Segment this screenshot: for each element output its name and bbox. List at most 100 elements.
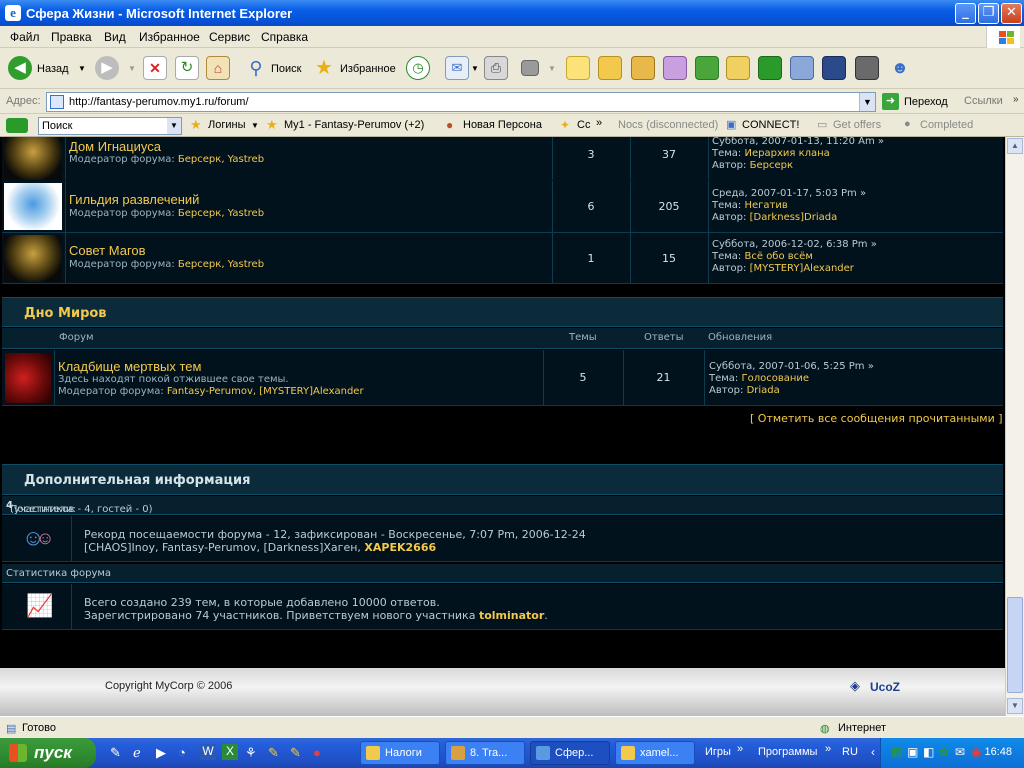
ucoz-link[interactable]: UcoZ — [870, 680, 900, 694]
scroll-up-icon[interactable]: ▲ — [1007, 138, 1023, 154]
forward-arrow-icon[interactable]: ▶ — [95, 56, 119, 80]
edit-page-icon[interactable] — [521, 60, 539, 76]
taskbar-toolbar-programs[interactable]: Программы — [758, 746, 817, 758]
quicklaunch-icon-6[interactable]: ● — [313, 745, 321, 760]
edit-dropdown-icon[interactable]: ▼ — [548, 64, 556, 73]
back-arrow-icon[interactable]: ◀ — [8, 56, 32, 80]
logins-button[interactable]: Логины — [208, 119, 245, 131]
tray-icon-5[interactable]: ✉ — [955, 745, 965, 759]
last-author[interactable]: Берсерк — [750, 160, 793, 171]
forum-title[interactable]: Совет Магов — [69, 243, 146, 258]
quicklaunch-icon-5[interactable]: ✎ — [290, 745, 301, 761]
moderator-names[interactable]: Берсерк, Yastreb — [178, 154, 264, 165]
messenger-icon[interactable] — [598, 56, 622, 80]
icq-pro-icon[interactable] — [695, 56, 719, 80]
minimize-button[interactable]: _ — [955, 3, 976, 24]
logins-dropdown-icon[interactable]: ▼ — [251, 121, 259, 130]
addon-icon-4[interactable] — [758, 56, 782, 80]
vertical-scrollbar[interactable]: ▲ ▼ — [1005, 137, 1024, 716]
word-icon[interactable]: W — [200, 744, 216, 760]
cc-button[interactable]: Cc — [577, 119, 590, 131]
icq-toolbar-icon[interactable] — [6, 118, 28, 133]
addon-icon-2[interactable] — [663, 56, 687, 80]
last-topic[interactable]: Иерархия клана — [745, 148, 830, 159]
mail-icon[interactable]: ✉ — [445, 56, 469, 80]
nocs-icon[interactable] — [822, 56, 846, 80]
games-chevron-icon[interactable]: » — [737, 743, 743, 755]
tray-icon-1[interactable]: ▦ — [891, 745, 902, 759]
addon-icon-1[interactable] — [631, 56, 655, 80]
completed-button[interactable]: Completed — [920, 119, 973, 131]
taskbar-button-active[interactable]: Сфер... — [530, 741, 610, 765]
last-author[interactable]: Driada — [747, 385, 780, 396]
back-dropdown-icon[interactable]: ▼ — [78, 64, 86, 73]
goto-post-icon[interactable]: » — [878, 137, 884, 147]
back-label[interactable]: Назад — [37, 63, 69, 75]
favorites-star-icon[interactable]: ★ — [312, 56, 336, 80]
mark-read-label[interactable]: Отметить все сообщения прочитанными — [758, 412, 995, 425]
tray-expand-icon[interactable]: ‹ — [871, 745, 875, 759]
menu-view[interactable]: Вид — [104, 30, 126, 44]
goto-post-icon[interactable]: » — [860, 188, 866, 199]
goto-post-icon[interactable]: » — [868, 361, 874, 372]
menu-edit[interactable]: Правка — [51, 30, 92, 44]
note-icon[interactable] — [566, 56, 590, 80]
scroll-thumb[interactable] — [1007, 597, 1023, 693]
address-dropdown-icon[interactable]: ▼ — [859, 93, 875, 111]
addon-icon-6[interactable] — [855, 56, 879, 80]
media-player-icon[interactable]: ▶ — [156, 745, 166, 761]
moderator-names[interactable]: Fantasy-Perumov, [MYSTERY]Alexander — [167, 386, 364, 397]
new-persona-button[interactable]: Новая Персона — [463, 119, 542, 131]
maximize-button[interactable]: ❐ — [978, 3, 999, 24]
taskbar-button[interactable]: xamel... — [615, 741, 695, 765]
menu-tools[interactable]: Сервис — [209, 30, 250, 44]
language-indicator[interactable]: RU — [842, 746, 858, 758]
taskbar-button[interactable]: Налоги — [360, 741, 440, 765]
links-label[interactable]: Ссылки — [964, 95, 1003, 107]
favorites-label[interactable]: Избранное — [340, 63, 396, 75]
menu-help[interactable]: Справка — [261, 30, 308, 44]
moderator-names[interactable]: Берсерк, Yastreb — [178, 208, 264, 219]
nocs-status[interactable]: Nocs (disconnected) — [618, 119, 718, 131]
get-offers-button[interactable]: Get offers — [833, 119, 881, 131]
connect-button[interactable]: CONNECT! — [742, 119, 799, 131]
scroll-down-icon[interactable]: ▼ — [1007, 698, 1023, 714]
quicklaunch-icon-2[interactable]: ◔ — [178, 745, 186, 760]
refresh-icon[interactable]: ↻ — [175, 56, 199, 80]
tray-icon-6[interactable]: ◉ — [971, 745, 981, 759]
quicklaunch-icon-1[interactable]: ✎ — [110, 745, 121, 761]
taskbar-toolbar-games[interactable]: Игры — [705, 746, 731, 758]
toolbar-search-dropdown-icon[interactable]: ▼ — [167, 118, 181, 134]
addon-icon-5[interactable] — [790, 56, 814, 80]
section-title[interactable]: Дно Миров — [24, 306, 107, 321]
tray-icon-4[interactable]: ✿ — [939, 745, 949, 759]
forum-title[interactable]: Дом Игнациуса — [69, 139, 161, 154]
last-topic[interactable]: Негатив — [745, 200, 788, 211]
menu-file[interactable]: Файл — [10, 30, 40, 44]
address-url[interactable]: http://fantasy-perumov.my1.ru/forum/ — [69, 96, 249, 108]
new-member-link[interactable]: tolminator — [479, 609, 544, 622]
search-icon[interactable]: ⚲ — [244, 56, 268, 80]
mail-dropdown-icon[interactable]: ▼ — [471, 64, 479, 73]
last-author[interactable]: [MYSTERY]Alexander — [750, 263, 854, 274]
close-button[interactable]: ✕ — [1001, 3, 1022, 24]
ie-quicklaunch-icon[interactable]: ℯ — [133, 745, 141, 761]
online-users-list[interactable]: [CHAOS]Inoy, Fantasy-Perumov, [Darkness]… — [84, 541, 361, 554]
toolbar2-chevron-icon[interactable]: » — [596, 117, 602, 129]
address-input[interactable]: http://fantasy-perumov.my1.ru/forum/ ▼ — [46, 92, 876, 112]
moderator-names[interactable]: Берсерк, Yastreb — [178, 259, 264, 270]
programs-chevron-icon[interactable]: » — [825, 743, 831, 755]
addon-icon-3[interactable] — [726, 56, 750, 80]
last-topic[interactable]: Всё обо всём — [745, 251, 813, 262]
forum-title[interactable]: Кладбище мертвых тем — [58, 359, 201, 374]
my1-button[interactable]: My1 - Fantasy-Perumov (+2) — [284, 119, 424, 131]
menu-favorites[interactable]: Избранное — [139, 30, 200, 44]
last-topic[interactable]: Голосование — [742, 373, 810, 384]
search-label[interactable]: Поиск — [271, 63, 301, 75]
online-highlight-user[interactable]: XAPEK2666 — [364, 541, 436, 554]
last-author[interactable]: [Darkness]Driada — [750, 212, 838, 223]
forward-dropdown-icon[interactable]: ▼ — [128, 64, 136, 73]
tray-icon-2[interactable]: ▣ — [907, 745, 918, 759]
taskbar-button[interactable]: 8. Tra... — [445, 741, 525, 765]
stop-icon[interactable]: ✕ — [143, 56, 167, 80]
